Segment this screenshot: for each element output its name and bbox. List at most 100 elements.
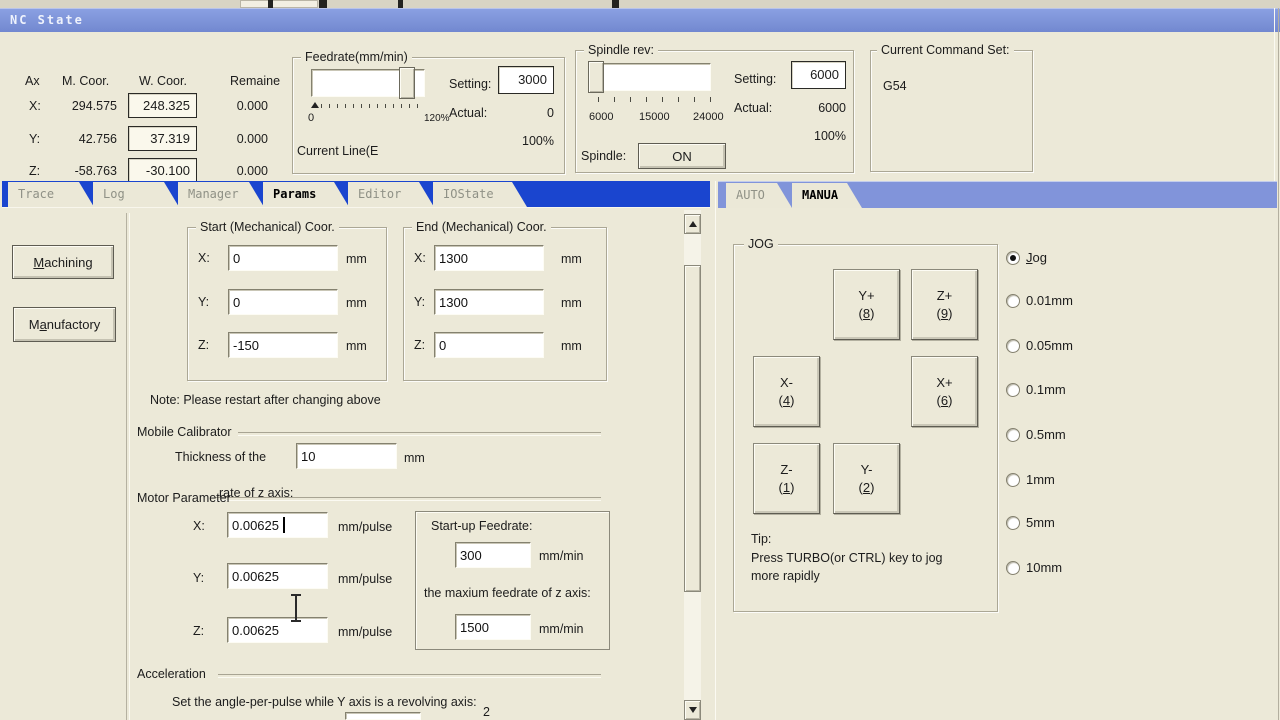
jog-z-minus-button[interactable]: Z- (1) <box>753 443 820 514</box>
jog-button-axis: X- <box>780 375 793 390</box>
jog-button-key: (1) <box>779 480 795 495</box>
radio-jog[interactable] <box>1006 251 1020 265</box>
feedrate-percent: 100% <box>494 134 554 148</box>
scroll-up-button[interactable] <box>684 214 701 234</box>
thickness-input[interactable] <box>296 443 397 469</box>
radio-0-01mm-label[interactable]: 0.01mm <box>1026 293 1073 308</box>
jog-tip-title: Tip: <box>751 532 771 546</box>
angle-per-pulse-caption: Set the angle-per-pulse while Y axis is … <box>172 695 477 709</box>
end-y-input[interactable] <box>434 289 544 315</box>
jog-x-plus-button[interactable]: X+ (6) <box>911 356 978 427</box>
command-set-value: G54 <box>883 79 907 93</box>
jog-button-key: (9) <box>937 306 953 321</box>
radio-1mm[interactable] <box>1006 473 1020 487</box>
radio-1mm-label[interactable]: 1mm <box>1026 472 1055 487</box>
acceleration-line <box>218 674 601 678</box>
feedrate-scale-max: 120% <box>424 113 450 124</box>
jog-button-key: (4) <box>779 393 795 408</box>
end-coor-group: End (Mechanical) Coor. X: mm Y: mm Z: mm <box>403 227 607 381</box>
feedrate-setting-value[interactable]: 3000 <box>498 66 554 94</box>
radio-0-5mm-label[interactable]: 0.5mm <box>1026 427 1066 442</box>
jog-y-minus-button[interactable]: Y- (2) <box>833 443 900 514</box>
window-fragment-mark <box>319 0 327 8</box>
rate-of-z-axis-label: rate of z axis: <box>219 486 293 500</box>
spindle-tick-marks <box>598 97 712 102</box>
spindle-setting-value[interactable]: 6000 <box>791 61 846 89</box>
right-tab-bar: AUTO MANUA <box>718 181 1277 208</box>
axis-z-label: Z: <box>29 164 40 178</box>
radio-0-1mm[interactable] <box>1006 383 1020 397</box>
radio-jog-label[interactable]: Jog <box>1026 250 1047 265</box>
window-fragment-mark <box>398 0 403 8</box>
params-scrollbar[interactable] <box>684 210 701 720</box>
scroll-down-button[interactable] <box>684 700 701 720</box>
scrollbar-thumb[interactable] <box>684 265 701 592</box>
feedrate-setting-label: Setting: <box>449 77 491 91</box>
startup-feedrate-input[interactable] <box>455 542 531 568</box>
manual-pane: AUTO MANUA JOG Y+ (8) Z+ (9) X- (4) X+ (… <box>718 181 1277 720</box>
radio-5mm[interactable] <box>1006 516 1020 530</box>
nc-control-app: NC State Ax M. Coor. W. Coor. Remaine X:… <box>0 0 1280 720</box>
radio-0-01mm[interactable] <box>1006 294 1020 308</box>
feedrate-tick-marks <box>321 104 423 108</box>
spindle-slider-thumb[interactable] <box>588 61 604 93</box>
window-title: NC State <box>10 13 84 27</box>
jog-button-key: (6) <box>937 393 953 408</box>
tab-trace[interactable]: Trace <box>8 182 94 207</box>
start-z-input[interactable] <box>228 332 338 358</box>
radio-5mm-label[interactable]: 5mm <box>1026 515 1055 530</box>
radio-0-5mm[interactable] <box>1006 428 1020 442</box>
jog-x-minus-button[interactable]: X- (4) <box>753 356 820 427</box>
tab-editor[interactable]: Editor <box>348 182 434 207</box>
tab-log[interactable]: Log <box>93 182 179 207</box>
start-z-unit: mm <box>346 339 367 353</box>
end-z-input[interactable] <box>434 332 544 358</box>
feedrate-actual-value: 0 <box>494 106 554 120</box>
tab-params[interactable]: Params <box>263 182 349 207</box>
jog-z-plus-button[interactable]: Z+ (9) <box>911 269 978 340</box>
radio-0-05mm[interactable] <box>1006 339 1020 353</box>
spindle-actual-value: 6000 <box>786 101 846 115</box>
start-y-input[interactable] <box>228 289 338 315</box>
end-coor-title: End (Mechanical) Coor. <box>412 220 551 234</box>
jog-button-axis: Z+ <box>937 288 953 303</box>
jog-button-key: (8) <box>859 306 875 321</box>
tab-manual[interactable]: MANUA <box>792 183 862 208</box>
angle-per-pulse-input[interactable] <box>345 712 421 720</box>
motor-z-input[interactable] <box>227 617 328 643</box>
tab-manager[interactable]: Manager <box>178 182 264 207</box>
partial-text: 2 <box>483 705 490 719</box>
end-z-unit: mm <box>561 339 582 353</box>
machining-button[interactable]: Machining <box>12 245 114 279</box>
feedrate-actual-label: Actual: <box>449 106 487 120</box>
tab-auto[interactable]: AUTO <box>726 183 792 208</box>
remain-header: Remaine <box>230 74 280 88</box>
radio-0-05mm-label[interactable]: 0.05mm <box>1026 338 1073 353</box>
spindle-slider-track[interactable] <box>591 63 711 91</box>
work-coor-header: W. Coor. <box>139 74 187 88</box>
axis-y-remain: 0.000 <box>210 132 268 146</box>
titlebar[interactable]: NC State <box>0 8 1280 32</box>
feedrate-group-title: Feedrate(mm/min) <box>301 50 412 64</box>
manufactory-button[interactable]: Manufactory <box>13 307 116 342</box>
end-y-label: Y: <box>414 295 425 309</box>
restart-note: Note: Please restart after changing abov… <box>150 393 381 407</box>
motor-y-input[interactable] <box>227 563 328 589</box>
axis-y-work-coor: 37.319 <box>128 126 197 151</box>
spindle-on-button[interactable]: ON <box>638 143 726 169</box>
start-coor-title: Start (Mechanical) Coor. <box>196 220 339 234</box>
radio-0-1mm-label[interactable]: 0.1mm <box>1026 382 1066 397</box>
spindle-label: Spindle: <box>581 149 626 163</box>
start-x-input[interactable] <box>228 245 338 271</box>
end-x-input[interactable] <box>434 245 544 271</box>
motor-x-unit: mm/pulse <box>338 520 392 534</box>
axis-x-work-coor: 248.325 <box>128 93 197 118</box>
radio-10mm-label[interactable]: 10mm <box>1026 560 1062 575</box>
jog-y-plus-button[interactable]: Y+ (8) <box>833 269 900 340</box>
end-x-unit: mm <box>561 252 582 266</box>
feedrate-slider-thumb[interactable] <box>399 67 415 99</box>
tab-iostate[interactable]: IOState <box>433 182 527 207</box>
motor-x-input[interactable] <box>227 512 328 538</box>
radio-10mm[interactable] <box>1006 561 1020 575</box>
max-z-feedrate-input[interactable] <box>455 614 531 640</box>
